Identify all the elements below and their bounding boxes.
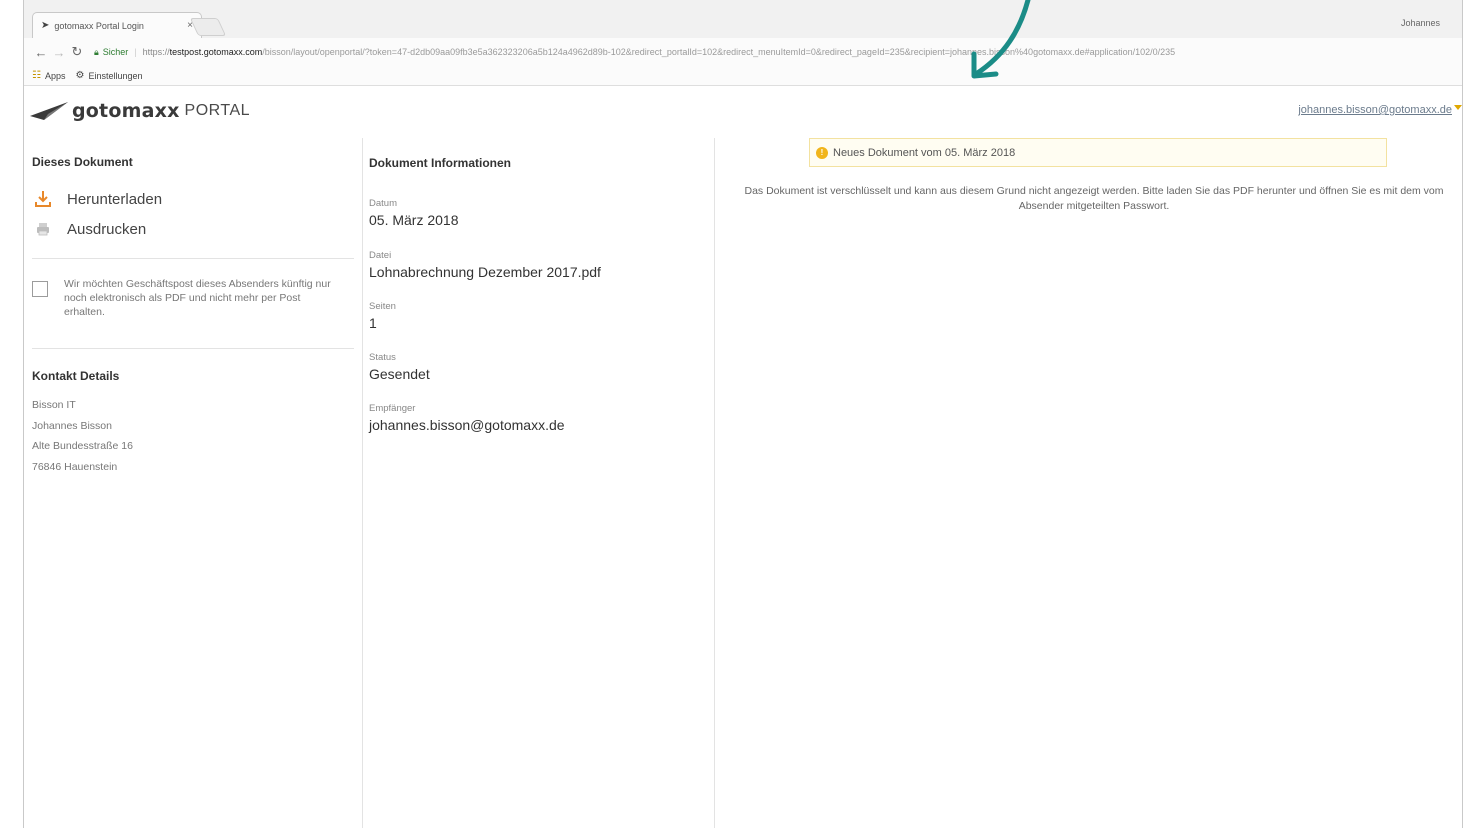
bookmark-label: Einstellungen: [88, 70, 143, 81]
encrypted-document-message: Das Dokument ist verschlüsselt und kann …: [744, 185, 1444, 212]
contact-person: Johannes Bisson: [32, 419, 112, 432]
column-divider: [362, 138, 363, 828]
section-title-contact-details: Kontakt Details: [32, 369, 120, 383]
electronic-only-checkbox[interactable]: [32, 281, 48, 297]
gear-icon: ⚙: [75, 70, 85, 81]
contact-company: Bisson IT: [32, 399, 76, 411]
contact-street: Alte Bundesstraße 16: [32, 440, 133, 452]
section-divider: [32, 258, 354, 259]
electronic-only-text: Wir möchten Geschäftspost dieses Absende…: [64, 278, 331, 318]
field-value-pages: 1: [369, 315, 377, 331]
lock-icon: 🔒︎: [94, 46, 99, 57]
browser-window: ➤ gotomaxx Portal Login × Johannes ← → ↻…: [23, 0, 1463, 828]
section-divider: [32, 348, 354, 349]
reload-icon[interactable]: ↻: [68, 44, 86, 60]
url-host: testpost.gotomaxx.com: [169, 47, 263, 57]
paper-plane-favicon-icon: ➤: [41, 20, 50, 31]
url-separator: |: [134, 47, 137, 57]
section-title-this-document: Dieses Dokument: [32, 155, 133, 169]
logo-portal-text: PORTAL: [184, 102, 251, 119]
forward-arrow-icon[interactable]: →: [50, 45, 68, 60]
url-field[interactable]: 🔒︎ Sicher | https:// testpost.gotomaxx.c…: [94, 42, 1462, 62]
back-arrow-icon[interactable]: ←: [32, 45, 50, 60]
print-label: Ausdrucken: [67, 220, 147, 238]
notice-text: Neues Dokument vom 05. März 2018: [833, 146, 1016, 159]
tab-title: gotomaxx Portal Login: [54, 20, 144, 31]
contact-city: 76846 Hauenstein: [32, 460, 118, 473]
user-account-link[interactable]: johannes.bisson@gotomaxx.de: [1298, 104, 1452, 116]
field-label-date: Datum: [369, 198, 397, 209]
field-label-file: Datei: [369, 250, 392, 261]
address-bar-row: ← → ↻ 🔒︎ Sicher | https:// testpost.goto…: [24, 38, 1462, 66]
bookmark-label: Apps: [44, 70, 66, 81]
window-user-name[interactable]: Johannes: [1401, 18, 1440, 28]
printer-icon: [32, 220, 54, 238]
portal-logo[interactable]: gotomaxx PORTAL: [30, 100, 250, 122]
field-value-file: Lohnabrechnung Dezember 2017.pdf: [369, 264, 601, 280]
field-value-status: Gesendet: [369, 366, 430, 382]
portal-header: gotomaxx PORTAL johannes.bisson@gotomaxx…: [24, 86, 1462, 138]
tab-strip: ➤ gotomaxx Portal Login × Johannes: [24, 0, 1462, 38]
field-label-status: Status: [369, 352, 396, 363]
user-menu-caret-icon[interactable]: [1454, 105, 1462, 110]
annotation-arrow-icon: [971, 0, 1031, 79]
new-document-notice: ! Neues Dokument vom 05. März 2018: [809, 138, 1387, 167]
logo-wordmark: gotomaxx: [72, 100, 180, 122]
print-button[interactable]: Ausdrucken: [32, 220, 146, 238]
paper-plane-logo-icon: [30, 102, 68, 120]
column-divider: [714, 138, 715, 828]
browser-tab[interactable]: ➤ gotomaxx Portal Login ×: [32, 12, 202, 38]
secure-label: Sicher: [102, 47, 129, 57]
apps-grid-icon: ☷: [32, 70, 41, 81]
field-label-pages: Seiten: [369, 301, 396, 312]
electronic-only-option: Wir möchten Geschäftspost dieses Absende…: [32, 277, 342, 319]
section-title-document-info: Dokument Informationen: [369, 156, 512, 170]
field-value-date: 05. März 2018: [369, 212, 459, 228]
url-scheme: https://: [142, 47, 170, 57]
info-icon: !: [816, 146, 828, 159]
field-value-recipient: johannes.bisson@gotomaxx.de: [369, 417, 565, 433]
bookmarks-bar: ☷ Apps ⚙ Einstellungen: [24, 66, 1462, 86]
field-label-recipient: Empfänger: [369, 403, 416, 414]
contact-details: Bisson IT Johannes Bisson Alte Bundesstr…: [32, 395, 133, 477]
download-label: Herunterladen: [67, 190, 163, 208]
download-button[interactable]: Herunterladen: [32, 190, 162, 208]
bookmark-settings[interactable]: ⚙ Einstellungen: [75, 70, 142, 81]
download-icon: [32, 190, 54, 208]
bookmark-apps[interactable]: ☷ Apps: [32, 70, 65, 81]
